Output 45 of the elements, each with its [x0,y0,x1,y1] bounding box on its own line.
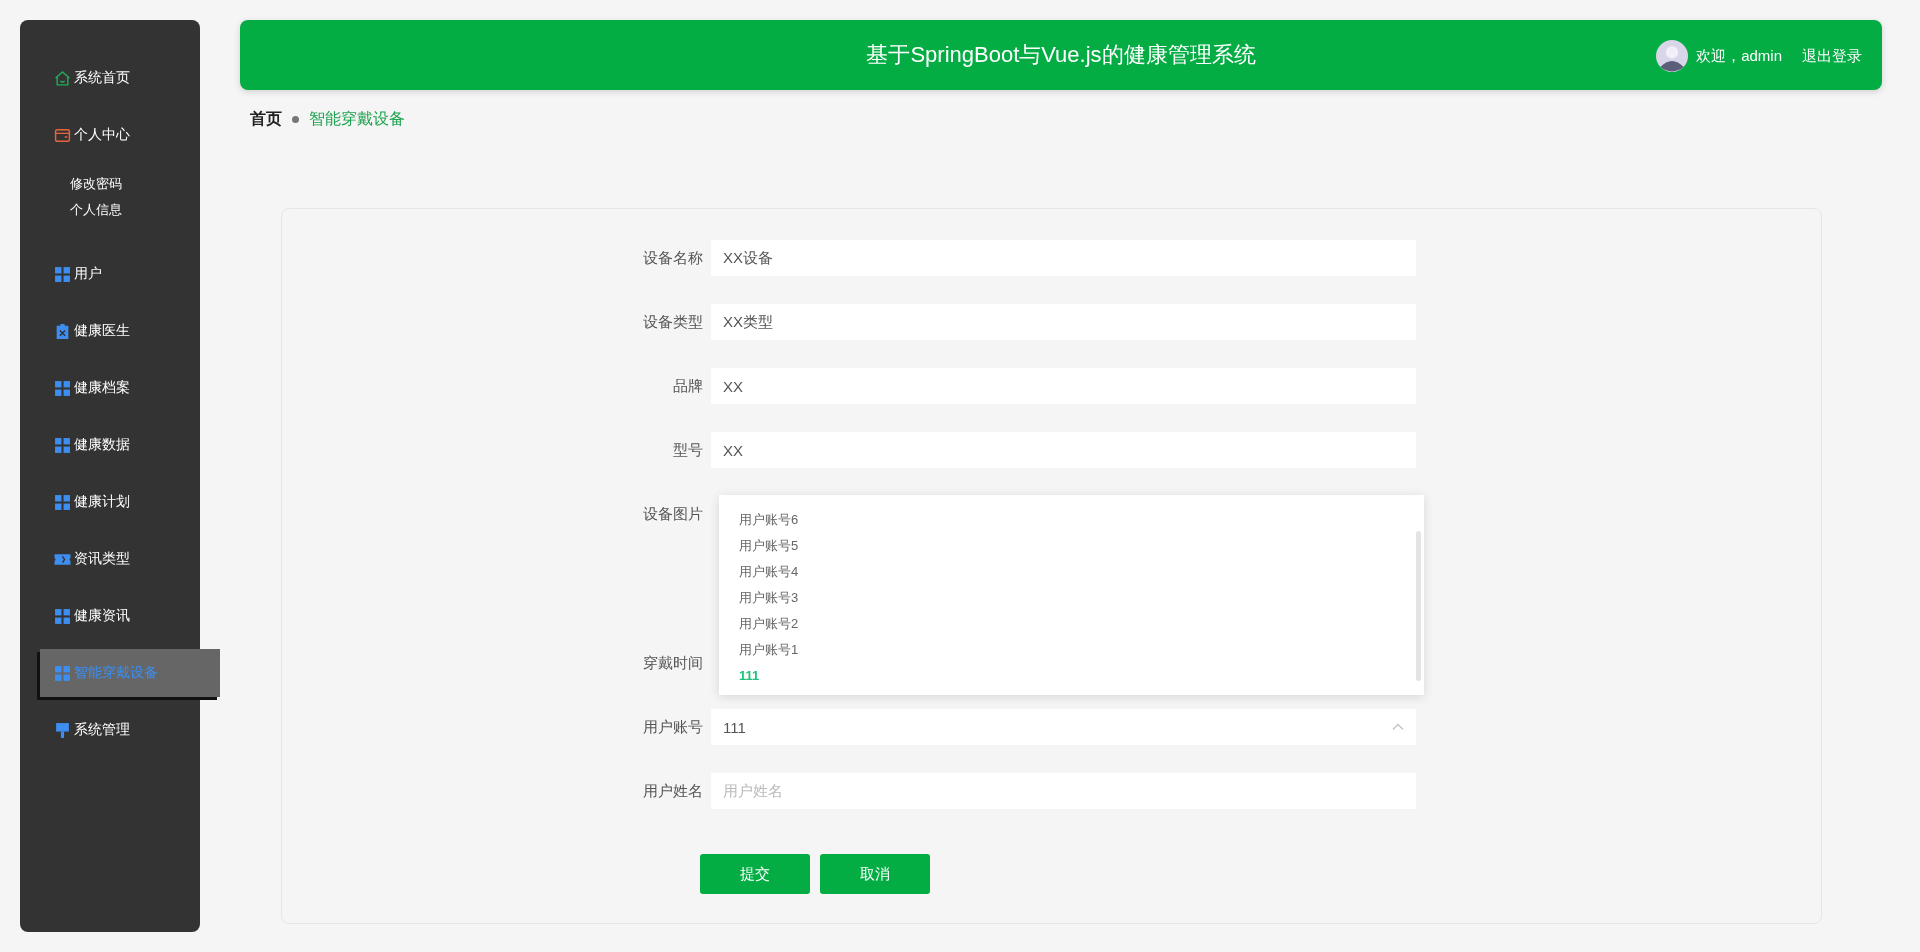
separator-dot [292,115,299,123]
breadcrumb-link[interactable]: 首页 [250,108,282,130]
grid-icon [54,265,71,283]
field-label: 用户姓名 [642,781,704,801]
grid-icon [54,379,71,397]
field-label: 设备图片 [642,504,704,524]
home-icon [54,69,71,87]
dropdown-option[interactable]: 用户账号4 [719,559,1424,585]
sidebar-item[interactable]: 系统管理 [20,713,200,747]
welcome-text: 欢迎，admin [1696,46,1782,66]
grid-icon [54,607,71,625]
field-label: 型号 [672,440,704,460]
dropdown-option[interactable]: 用户账号1 [719,637,1424,663]
input-field[interactable]: XX [711,368,1416,404]
dropdown-option[interactable]: 用户账号6 [719,507,1424,533]
app-title: 基于SpringBoot与Vue.js的健康管理系统 [866,41,1256,69]
dropdown-option[interactable]: 用户账号3 [719,585,1424,611]
dropdown-option[interactable]: 用户账号2 [719,611,1424,637]
wallet-icon [54,126,71,144]
field-label: 设备名称 [642,248,704,268]
select-field[interactable]: 111 [711,709,1416,745]
avatar [1656,40,1689,72]
sidebar-item[interactable]: 个人中心 [20,118,200,152]
sidebar-item[interactable]: 健康档案 [20,371,200,405]
input-field[interactable]: XX [711,432,1416,468]
sidebar-item[interactable]: 健康资讯 [20,599,200,633]
grid-icon [54,436,71,454]
grid-icon [54,664,71,682]
sidebar-item[interactable]: 健康计划 [20,485,200,519]
sidebar-item[interactable]: 资讯类型 [20,542,200,576]
input-field[interactable]: XX设备 [711,240,1416,276]
field-label: 用户账号 [642,717,704,737]
scrollbar[interactable] [1416,531,1421,681]
field-label: 设备类型 [642,312,704,332]
field-label: 穿戴时间 [642,653,704,673]
input-field[interactable]: XX类型 [711,304,1416,340]
brush-icon [54,721,71,739]
grid-icon [54,493,71,511]
dropdown-option[interactable]: 用户账号5 [719,533,1424,559]
sidebar-item[interactable]: 用户 [20,257,200,291]
sidebar-item[interactable]: 系统首页 [20,61,200,95]
sidebar-item[interactable]: 健康数据 [20,428,200,462]
clipboard-icon [54,322,71,340]
sidebar-item[interactable]: 健康医生 [20,314,200,348]
field-label: 品牌 [672,376,704,396]
